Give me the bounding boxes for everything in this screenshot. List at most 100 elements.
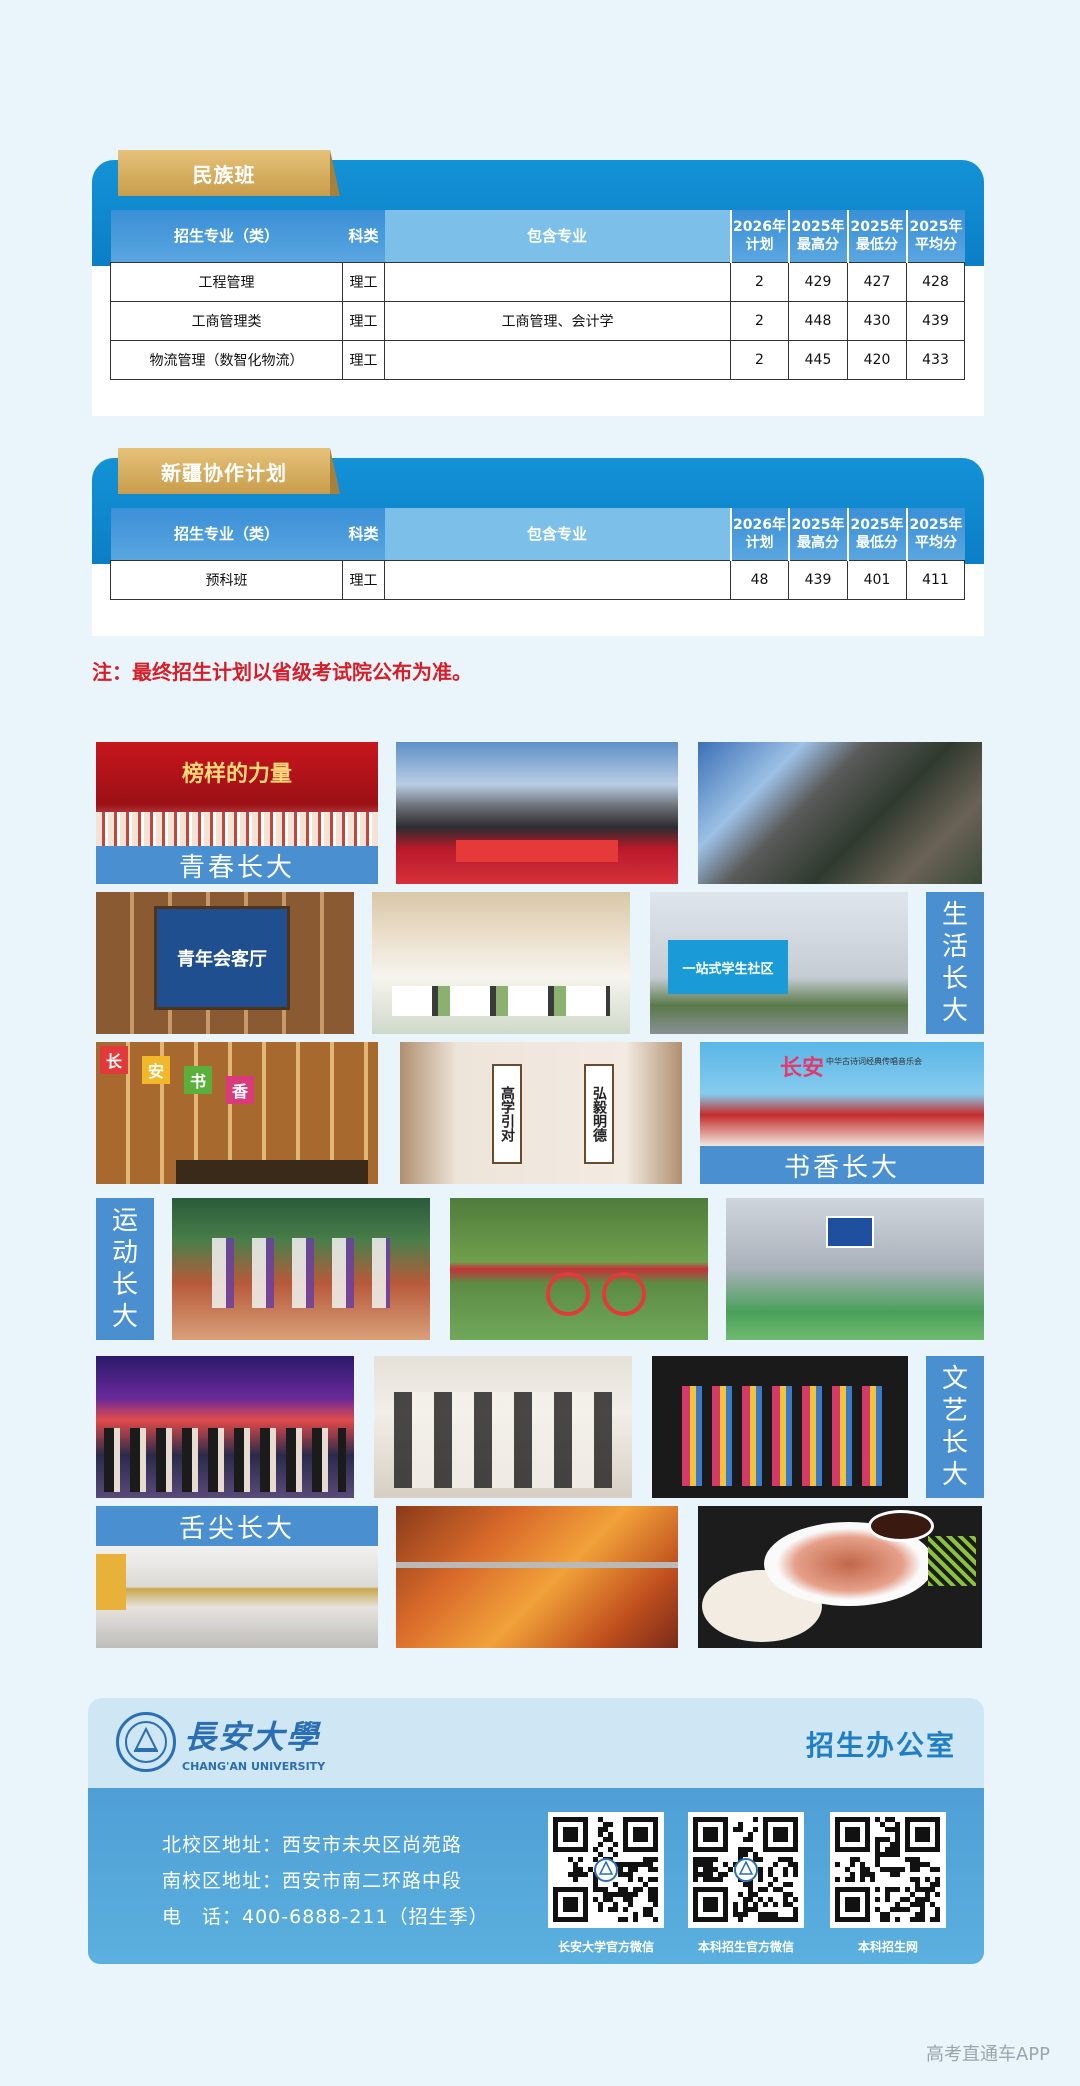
table-cell: 理工 <box>342 262 385 302</box>
table-header-cell: 科类 <box>342 210 385 263</box>
admissions-office: 招生办公室 <box>805 1729 956 1762</box>
table-cell: 理工 <box>342 560 385 600</box>
photo-poetry-concert: 长安 中华古诗词经典传唱音乐会 <box>700 1042 984 1146</box>
address-north: 北校区地址：西安市未央区尚苑路 <box>162 1834 463 1856</box>
label-char: 活 <box>941 932 968 962</box>
label-char: 艺 <box>941 1396 968 1426</box>
photo-campus-fair <box>698 742 982 884</box>
banner-text: 榜样的力量 <box>181 761 292 787</box>
table-row: 物流管理（数智化物流） 理工 2 445 420 433 <box>110 340 965 380</box>
table-cell: 工商管理类 <box>110 301 343 341</box>
table-cell: 理工 <box>342 301 385 341</box>
qr-code-wechat[interactable] <box>548 1812 664 1928</box>
table-header-cell: 包含专业 <box>384 210 731 263</box>
runners <box>212 1238 390 1308</box>
dancers <box>394 1392 612 1488</box>
tray-divider <box>396 1562 678 1568</box>
label-char: 长 <box>111 1270 138 1300</box>
photo-basketball <box>726 1198 984 1340</box>
community-sign-text: 一站式学生社区 <box>682 961 774 977</box>
header-text: 最高分 <box>797 535 839 551</box>
book-banners: 长安书香 <box>100 1046 254 1104</box>
header-text: 计划 <box>745 535 774 551</box>
table-cell: 445 <box>788 340 848 380</box>
qr-code-icon <box>693 1817 798 1922</box>
phone-number: 电 话：400-6888-211（招生季） <box>162 1906 489 1928</box>
enrollment-table: 招生专业（类） 科类 包含专业 2026年 计划 2025年 最高分 2025年 最低分 2025… <box>110 508 965 600</box>
table-cell: 2 <box>730 262 789 302</box>
concert-subtitle: 中华古诗词经典传唱音乐会 <box>826 1057 922 1066</box>
book-banner: 香 <box>226 1076 254 1104</box>
logo-name-en: CHANG'AN UNIVERSITY <box>182 1760 326 1773</box>
table-header-cell: 2025年 最高分 <box>787 210 848 263</box>
header-text: 2025年 <box>850 517 904 533</box>
table-cell <box>384 262 731 302</box>
photo-study-room <box>372 892 630 1034</box>
label-books: 书香长大 <box>700 1146 984 1184</box>
table-row: 工程管理 理工 2 429 427 428 <box>110 262 965 302</box>
header-text: 科类 <box>348 227 379 245</box>
reading-counter <box>176 1160 368 1184</box>
table-cell: 429 <box>788 262 848 302</box>
qr-code-undergrad-wechat[interactable] <box>688 1812 804 1928</box>
book-banner: 长 <box>100 1046 128 1074</box>
table-cell: 工商管理、会计学 <box>384 301 731 341</box>
header-text: 最低分 <box>856 535 898 551</box>
bike-wheel <box>602 1272 646 1316</box>
cucumber-strips <box>928 1536 976 1586</box>
header-text: 包含专业 <box>526 525 587 543</box>
table-header-cell: 2025年平均分 <box>905 508 965 561</box>
qr-code-icon <box>835 1817 940 1922</box>
label-youth: 青春长大 <box>96 846 378 884</box>
header-text: 2025年 <box>850 219 904 235</box>
logo-name-cn: 長安大學 <box>184 1718 321 1756</box>
table-header-cell: 2025年最低分 <box>846 210 907 263</box>
photo-buffet-dishes <box>396 1506 678 1648</box>
dance-costumes <box>682 1386 888 1486</box>
table-cell: 439 <box>788 560 848 600</box>
header-text: 2025年 <box>909 517 963 533</box>
photo-stage-performance <box>96 1356 354 1498</box>
label-char: 大 <box>941 1460 968 1490</box>
table-cell: 439 <box>906 301 965 341</box>
table-cell: 预科班 <box>110 560 343 600</box>
sauce-bowl <box>868 1510 934 1542</box>
table-row: 工商管理类 理工 工商管理、会计学 2 448 430 439 <box>110 301 965 341</box>
photo-canteen <box>96 1546 378 1648</box>
address-south: 南校区地址：西安市南二环路中段 <box>162 1870 463 1892</box>
qr-caption: 本科招生官方微信 <box>697 1940 794 1954</box>
book-banner: 安 <box>142 1056 170 1084</box>
canteen-counter <box>96 1554 126 1610</box>
photo-library-bookshelves: 长安书香 <box>96 1042 378 1184</box>
header-text: 科类 <box>348 525 379 543</box>
section-title: 民族班 <box>118 150 340 196</box>
table-header-row: 招生专业（类） 科类 包含专业 2026年 计划 2025年 最高分 2025年 最低分 2025… <box>110 508 965 561</box>
qr-code-icon <box>553 1817 658 1922</box>
section-title: 新疆协作计划 <box>118 448 340 494</box>
enrollment-note: 注：最终招生计划以省级考试院公布为准。 <box>92 660 472 684</box>
header-text: 包含专业 <box>526 227 587 245</box>
qr-code-admissions-site[interactable] <box>830 1812 946 1928</box>
label-char: 运 <box>111 1206 138 1236</box>
table-header-cell: 2025年 平均分 <box>905 210 965 263</box>
table-cell: 工程管理 <box>110 262 343 302</box>
header-text: 2025年 <box>791 517 845 533</box>
header-text: 招生专业（类） <box>173 525 279 543</box>
label-char: 长 <box>941 964 968 994</box>
label-sports: 运动长大 <box>96 1198 154 1340</box>
enrollment-table: 招生专业（类） 科类 包含专业 2026年 计划 2025年 最高分 2025年 最低分 2025… <box>110 210 965 380</box>
header-text: 平均分 <box>915 535 957 551</box>
table-cell: 433 <box>906 340 965 380</box>
header-text: 最低分 <box>856 237 898 253</box>
photo-youth-lounge: 青年会客厅 <box>96 892 354 1034</box>
table-cell: 物流管理（数智化物流） <box>110 340 343 380</box>
ceremony-banner <box>456 840 618 862</box>
photo-student-community: 一站式学生社区 <box>650 892 908 1034</box>
table-header-cell: 招生专业（类） <box>110 508 343 561</box>
table-header-cell: 科类 <box>342 508 385 561</box>
university-emblem-icon <box>125 1721 167 1763</box>
study-tables <box>392 986 610 1016</box>
table-header-cell: 2026年 计划 <box>729 210 789 263</box>
table-cell <box>384 560 731 600</box>
table-cell: 428 <box>906 262 965 302</box>
